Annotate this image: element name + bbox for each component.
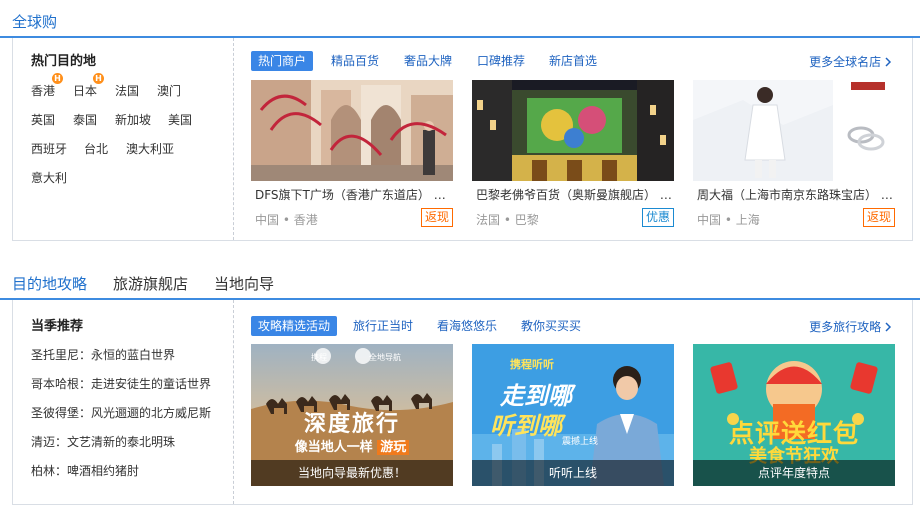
tab-travel-flagship[interactable]: 旅游旗舰店 [113, 273, 188, 294]
seasonal-title: 当季推荐 [31, 319, 84, 334]
section-header-global: 全球购 [0, 0, 920, 38]
discount-badge: 优惠 [641, 208, 674, 227]
destination-australia[interactable]: 澳大利亚 [126, 140, 174, 157]
merchant-card-chow-tai-fook[interactable]: 周大福（上海市南京东路珠宝店） Chow Tai Fook 中国 • 上海 返现 [693, 80, 895, 227]
guide-card-ctrip-listen[interactable]: 携程听听 走到哪 听到哪 震撼上线 听听上线 [472, 344, 674, 486]
chow-tai-fook-image [693, 80, 895, 181]
guide2-title2: 听到哪 [490, 412, 562, 440]
season-item-st-petersburg[interactable]: 圣彼得堡：风光逦逦的北方威尼斯 [31, 404, 211, 421]
destination-uk[interactable]: 英国 [31, 111, 55, 128]
destination-taipei[interactable]: 台北 [84, 140, 108, 157]
cashback-badge: 返现 [420, 208, 453, 227]
galeries-lafayette-image [472, 80, 674, 181]
destination-france[interactable]: 法国 [115, 82, 139, 99]
season-item-berlin[interactable]: 柏林：啤酒相约猪肘 [31, 462, 139, 479]
more-global-stores-link[interactable]: 更多全球名店 [809, 53, 892, 70]
guide1-logo-a: 携程 [311, 353, 327, 362]
destination-singapore[interactable]: 新加坡 [115, 111, 151, 128]
destination-thailand[interactable]: 泰国 [73, 111, 97, 128]
merchant-name-dfs[interactable]: DFS旗下T广场（香港广东道店） DFS旗下T广场 [255, 186, 451, 203]
chevron-right-icon [885, 57, 892, 67]
destination-macau[interactable]: 澳门 [157, 82, 181, 99]
guide1-logo-b: 全地导航 [369, 353, 401, 362]
merchant-name-galeries[interactable]: 巴黎老佛爷百货（奥斯曼旗舰店） Galeries Lafayette [476, 186, 672, 203]
season-item-copenhagen[interactable]: 哥本哈根：走进安徒生的童话世界 [31, 375, 211, 392]
merchant-image-chow-tai-fook[interactable] [693, 80, 895, 181]
hot-badge-icon: H [93, 73, 104, 84]
tab-department-stores[interactable]: 精品百货 [331, 51, 379, 71]
section-title-global-shopping[interactable]: 全球购 [12, 11, 57, 32]
destination-japan[interactable]: 日本 [73, 82, 97, 99]
tab-destination-guides[interactable]: 目的地攻略 [12, 273, 87, 294]
destination-spain[interactable]: 西班牙 [31, 140, 67, 157]
merchant-image-galeries[interactable] [472, 80, 674, 181]
section-header-guides: 目的地攻略 旅游旗舰店 当地向导 [0, 262, 920, 300]
guide2-brand: 携程听听 [510, 358, 554, 371]
guide-card-local-guide[interactable]: 携程 全地导航 深度旅行 像当地人一样 游玩 当地向导最新优惠！ [251, 344, 453, 486]
tab-hot-merchants[interactable]: 热门商户 [251, 51, 314, 71]
guide-caption-ctrip-listen[interactable]: 听听上线 [472, 460, 674, 486]
seasonal-recommendations: 当季推荐 圣托里尼：永恒的蓝白世界 哥本哈根：走进安徒生的童话世界 圣彼得堡：风… [13, 300, 234, 504]
guide1-subline: 像当地人一样 游玩 [251, 436, 453, 455]
destination-hongkong[interactable]: 香港 [31, 82, 55, 99]
cashback-badge: 返现 [862, 208, 895, 227]
guide2-sub: 震撼上线 [562, 437, 599, 447]
guide1-highlight: 游玩 [377, 440, 410, 455]
merchant-location-chow-tai-fook: 中国 • 上海 [697, 213, 760, 227]
season-item-chiang-mai[interactable]: 清迈：文艺清新的泰北明珠 [31, 433, 175, 450]
hot-destinations: 热门目的地 香港 H 日本 H 法国 澳门 英国 泰国 新加坡 美国 西班牙 台… [13, 38, 234, 240]
more-travel-guides-link[interactable]: 更多旅行攻略 [809, 318, 892, 335]
season-item-santorini[interactable]: 圣托里尼：永恒的蓝白世界 [31, 346, 175, 363]
guide1-headline: 深度旅行 [303, 412, 400, 437]
tab-new-stores[interactable]: 新店首选 [549, 51, 597, 71]
global-shopping-panel: 热门目的地 香港 H 日本 H 法国 澳门 英国 泰国 新加坡 美国 西班牙 台… [12, 38, 913, 241]
merchant-image-dfs[interactable] [251, 80, 453, 181]
destination-guides-panel: 当季推荐 圣托里尼：永恒的蓝白世界 哥本哈根：走进安徒生的童话世界 圣彼得堡：风… [12, 300, 913, 505]
guide-caption-review-redpacket[interactable]: 点评年度特点 [693, 460, 895, 486]
tab-selected-activities[interactable]: 攻略精选活动 [251, 316, 338, 336]
hot-badge-icon: H [52, 73, 63, 84]
destination-usa[interactable]: 美国 [168, 111, 192, 128]
merchant-card-dfs[interactable]: DFS旗下T广场（香港广东道店） DFS旗下T广场 中国 • 香港 返现 [251, 80, 453, 227]
merchant-name-chow-tai-fook[interactable]: 周大福（上海市南京东路珠宝店） Chow Tai Fook [697, 186, 893, 203]
tab-luxury-brands[interactable]: 奢品大牌 [404, 51, 452, 71]
merchant-card-galeries-lafayette[interactable]: 巴黎老佛爷百货（奥斯曼旗舰店） Galeries Lafayette 法国 • … [472, 80, 674, 227]
destination-italy[interactable]: 意大利 [31, 169, 67, 186]
tab-travel-now[interactable]: 旅行正当时 [353, 316, 413, 336]
hot-destinations-title: 热门目的地 [31, 54, 97, 69]
merchant-location-galeries: 法国 • 巴黎 [476, 213, 539, 227]
tab-local-guide[interactable]: 当地向导 [214, 273, 274, 294]
dfs-travel-image [251, 80, 453, 181]
guide-caption-local-guide[interactable]: 当地向导最新优惠！ [251, 460, 453, 486]
tab-sea-fun[interactable]: 看海悠悠乐 [437, 316, 497, 336]
guide-card-review-redpacket[interactable]: 点评送红包 美食节狂欢 点评年度特点 [693, 344, 895, 486]
tab-word-of-mouth[interactable]: 口碑推荐 [477, 51, 525, 71]
chevron-right-icon [885, 322, 892, 332]
merchant-location-dfs: 中国 • 香港 [255, 213, 318, 227]
tab-shopping-tips[interactable]: 教你买买买 [521, 316, 581, 336]
